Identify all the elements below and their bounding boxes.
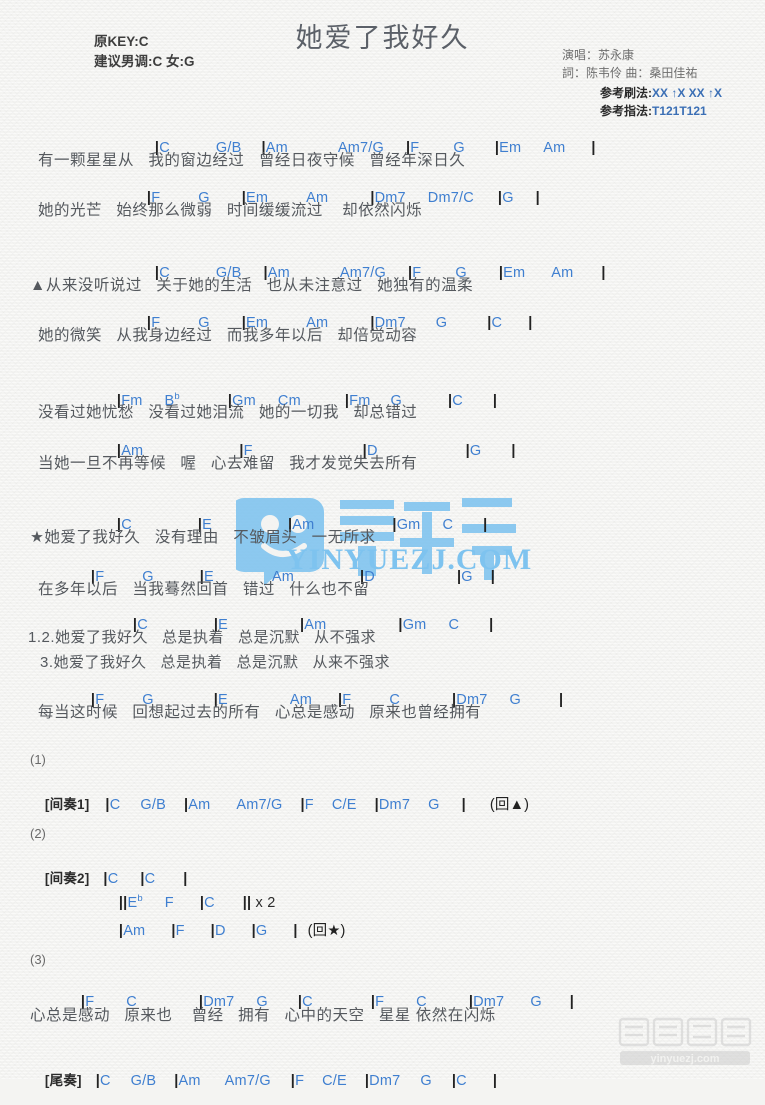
- lyric-line: 有一颗星星从 我的窗边经过 曾经日夜守候 曾经年深日久: [38, 152, 466, 169]
- lyric-line: 心总是感动 原来也 曾经 拥有 心中的天空 星星 依然在闪烁: [30, 1007, 496, 1024]
- strum-value: XX ↑X XX ↑X: [652, 86, 723, 100]
- strum-label: 参考刷法:: [600, 86, 652, 100]
- fingering-label: 参考指法:: [600, 104, 652, 118]
- lyric-line: 没看过她忧愁 没看过她泪流 她的一切我 却总错过: [38, 404, 418, 421]
- song-credits: 演唱：苏永康 詞：陈韦伶 曲：桑田佳祐: [562, 46, 697, 82]
- coda-label: [尾奏]: [44, 1073, 82, 1088]
- section-number: (2): [30, 826, 46, 841]
- lyric-line: 她的微笑 从我身边经过 而我多年以后 却倍觉动容: [38, 327, 418, 344]
- interlude1-line: [间奏1] |C G/B |Am Am7/G |F C/E |Dm7 G | (回▲): [44, 797, 530, 813]
- interlude2-line3: |Am |F |D |G | (回★): [118, 923, 346, 939]
- lyricist-composer: 詞：陈韦伶 曲：桑田佳祐: [562, 66, 698, 80]
- fingering-pattern: 参考指法:T121T121: [600, 102, 722, 120]
- section-number: (1): [30, 752, 46, 767]
- lyric-line: 每当这时候 回想起过去的所有 心总是感动 原来也曾经拥有: [38, 704, 482, 721]
- lyric-line: ▲从来没听说过 关于她的生活 也从未注意过 她独有的温柔: [30, 277, 474, 294]
- section-number: (3): [30, 952, 46, 967]
- play-reference: 参考刷法:XX ↑X XX ↑X 参考指法:T121T121: [600, 84, 722, 120]
- lyric-line: ★她爱了我好久 没有理由 不皱眉头 一无所求: [30, 529, 376, 546]
- original-key: 原KEY:C: [94, 34, 149, 49]
- coda-line: [尾奏] |C G/B |Am Am7/G |F C/E |Dm7 G |C |: [44, 1073, 498, 1089]
- suggested-key: 建议男调:C 女:G: [94, 54, 195, 69]
- lyric-line: 在多年以后 当我蓦然回首 错过 什么也不留: [38, 581, 370, 598]
- lyric-line: 3.她爱了我好久 总是执着 总是沉默 从来不强求: [40, 654, 391, 671]
- strum-pattern: 参考刷法:XX ↑X XX ↑X: [600, 84, 722, 102]
- key-info: 原KEY:C 建议男调:C 女:G: [94, 32, 195, 72]
- lyric-line: 1.2.她爱了我好久 总是执着 总是沉默 从不强求: [28, 629, 377, 646]
- interlude1-label: [间奏1]: [44, 797, 90, 812]
- lyric-line: 她的光芒 始终那么微弱 时间缓缓流过 却依然闪烁: [38, 202, 423, 219]
- singer: 演唱：苏永康: [562, 48, 635, 62]
- fingering-value: T121T121: [652, 104, 707, 118]
- lyric-line: 当她一旦不再等候 喔 心去难留 我才发觉失去所有: [38, 455, 418, 472]
